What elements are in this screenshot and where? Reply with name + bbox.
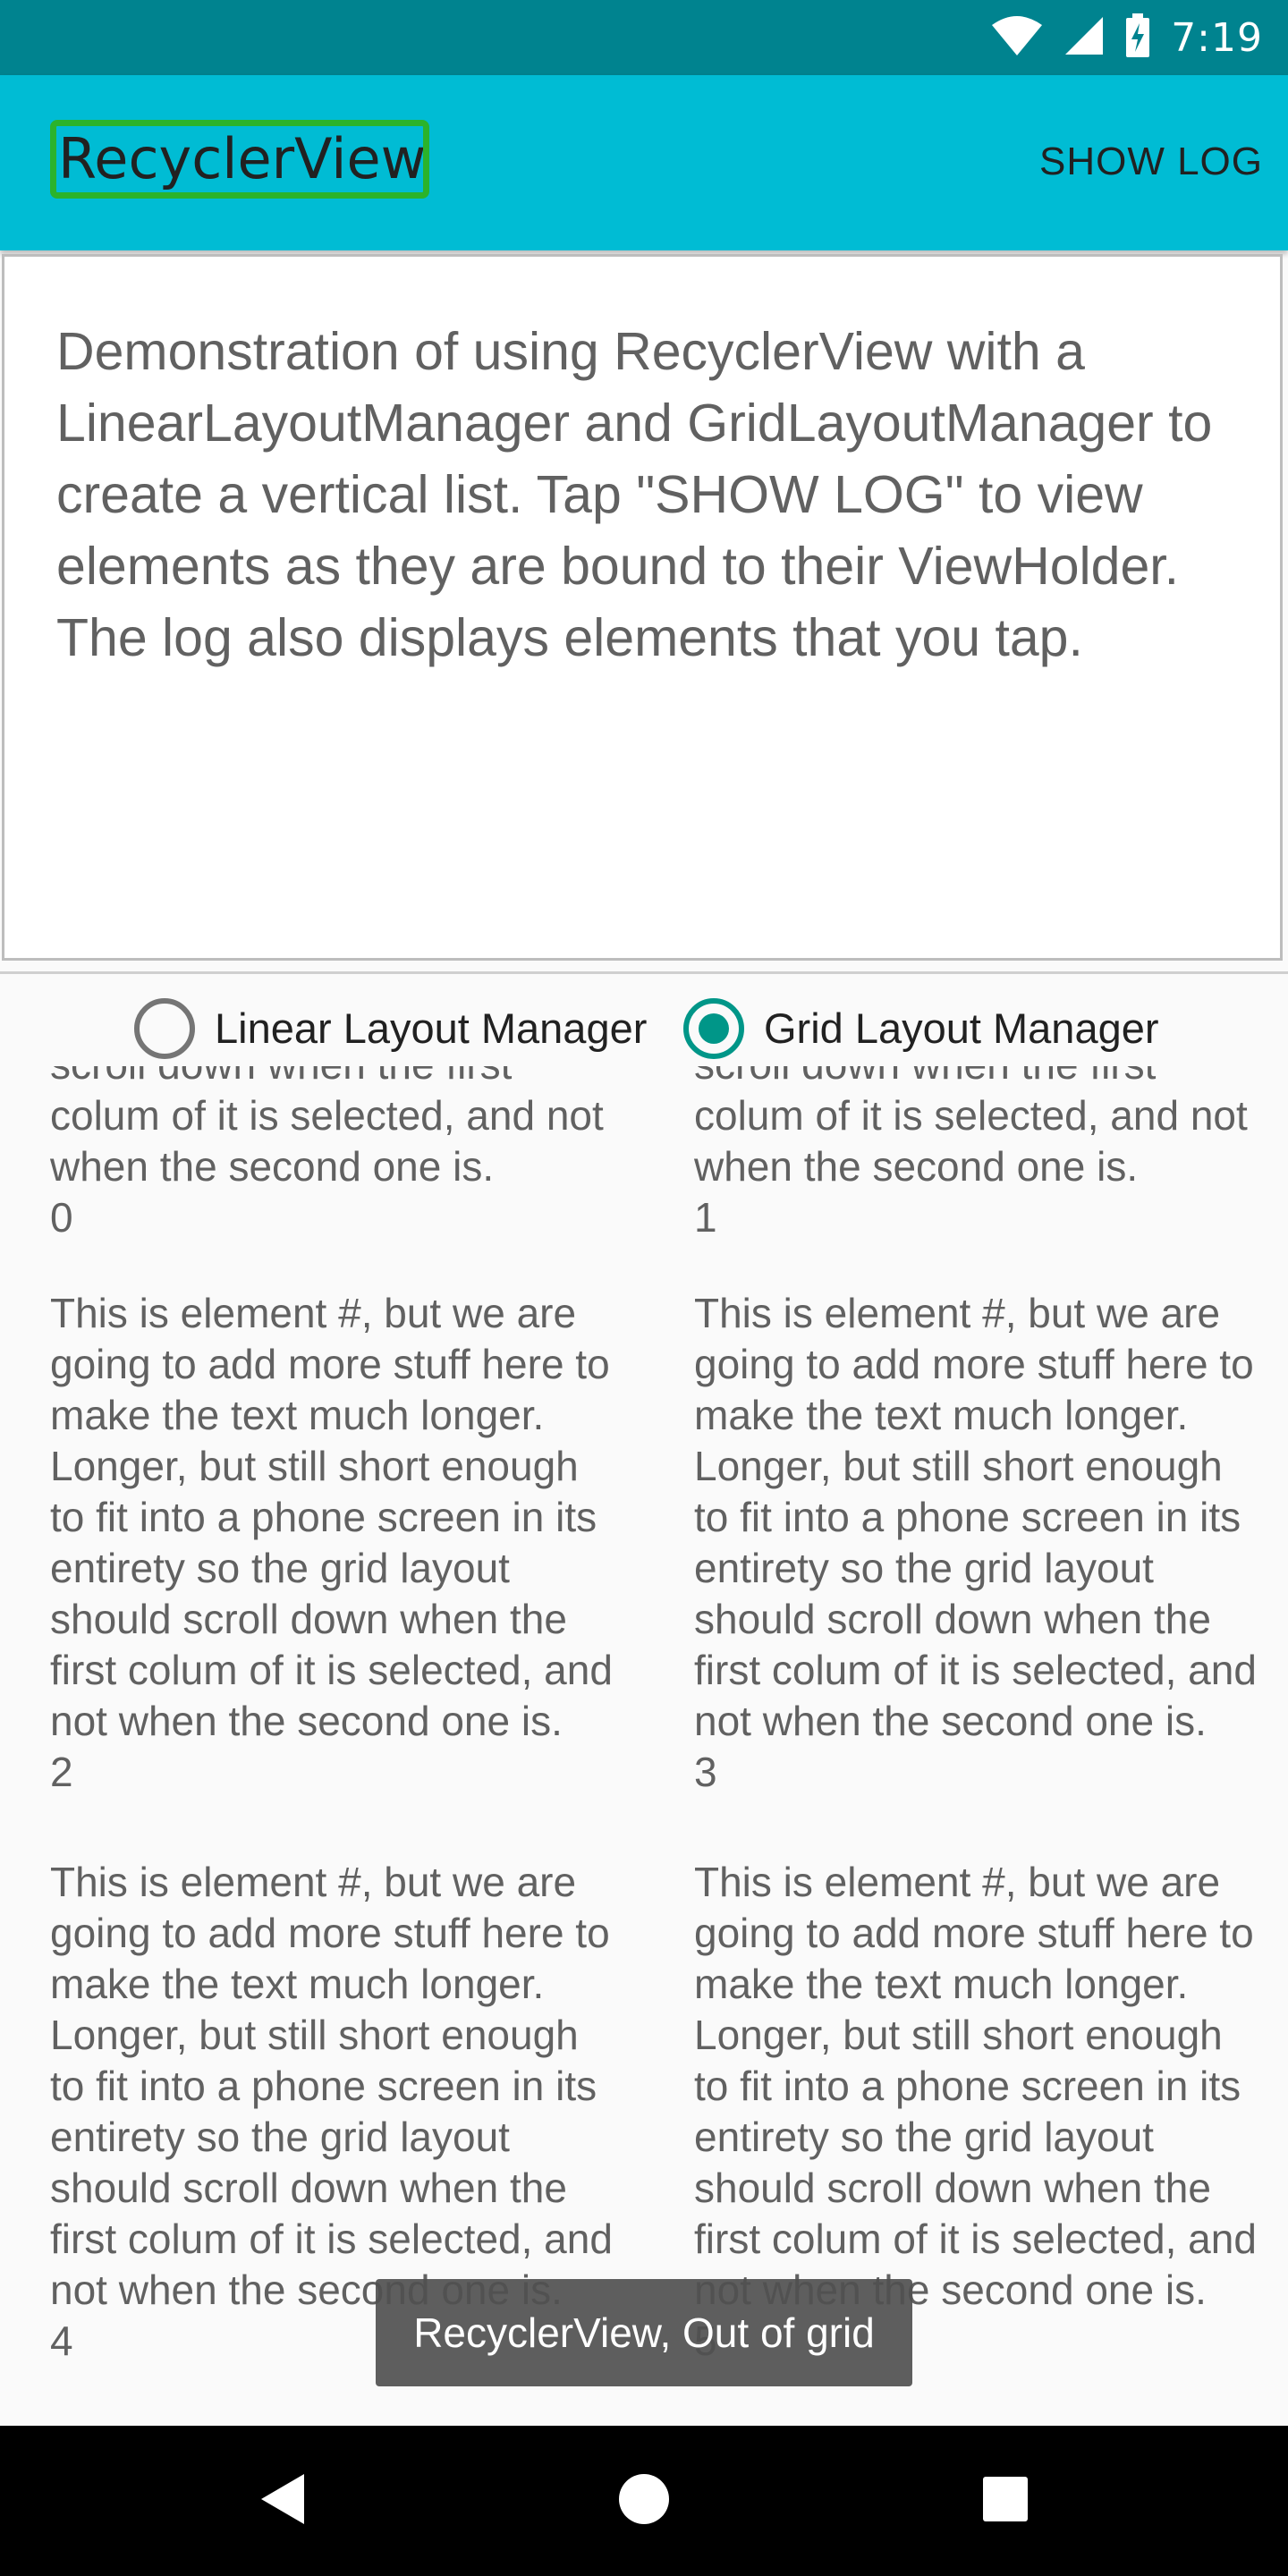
item-number: 0: [50, 1194, 73, 1241]
item-text: scroll down when the first colum of it i…: [50, 1066, 604, 1190]
grid-layout-radio[interactable]: [683, 998, 744, 1059]
item-text: scroll down when the first colum of it i…: [694, 1066, 1248, 1190]
item-number: 1: [694, 1194, 717, 1241]
back-icon: [258, 2472, 308, 2529]
wifi-icon: [990, 14, 1044, 61]
divider: [0, 971, 1288, 974]
grid-item[interactable]: scroll down when the first colum of it i…: [694, 1066, 1267, 1243]
grid-item[interactable]: scroll down when the first colum of it i…: [50, 1066, 623, 1243]
app-title: RecyclerView: [50, 120, 429, 199]
item-text: This is element #, but we are going to a…: [694, 1290, 1257, 1744]
linear-layout-radio[interactable]: [134, 998, 195, 1059]
toast-message: RecyclerView, Out of grid: [376, 2279, 912, 2386]
item-text: This is element #, but we are going to a…: [50, 1290, 613, 1744]
radio-selected-dot: [699, 1013, 729, 1044]
app-bar: RecyclerView SHOW LOG: [0, 75, 1288, 250]
description-text: Demonstration of using RecyclerView with…: [56, 322, 1213, 667]
layout-manager-radio-group: Linear Layout Manager Grid Layout Manage…: [0, 993, 1288, 1064]
recycler-grid[interactable]: scroll down when the first colum of it i…: [0, 1066, 1288, 2426]
navigation-bar: [0, 2426, 1288, 2576]
grid-item[interactable]: This is element #, but we are going to a…: [50, 1288, 623, 1798]
item-text: This is element #, but we are going to a…: [694, 1859, 1257, 2313]
status-time: 7:19: [1171, 14, 1263, 61]
recents-button[interactable]: [934, 2426, 1077, 2576]
cell-signal-icon: [1063, 15, 1105, 60]
recents-icon: [981, 2475, 1030, 2527]
grid-layout-label[interactable]: Grid Layout Manager: [764, 998, 1159, 1059]
linear-layout-label[interactable]: Linear Layout Manager: [215, 998, 647, 1059]
item-number: 3: [694, 1749, 717, 1795]
status-bar: 7:19: [0, 0, 1288, 75]
item-text: This is element #, but we are going to a…: [50, 1859, 613, 2313]
back-button[interactable]: [211, 2426, 354, 2576]
show-log-button[interactable]: SHOW LOG: [1039, 140, 1263, 184]
battery-charging-icon: [1124, 13, 1151, 62]
status-icons: 7:19: [990, 9, 1263, 66]
home-button[interactable]: [572, 2426, 716, 2576]
grid-item[interactable]: This is element #, but we are going to a…: [694, 1288, 1267, 1798]
home-icon: [617, 2472, 671, 2529]
description-panel: Demonstration of using RecyclerView with…: [2, 254, 1283, 961]
item-number: 2: [50, 1749, 73, 1795]
